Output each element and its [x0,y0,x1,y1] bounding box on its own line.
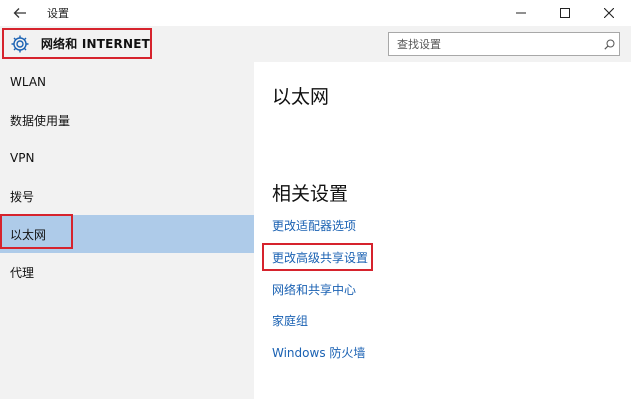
sidebar-item-ethernet[interactable]: 以太网 [0,215,254,253]
window-controls [499,0,631,26]
sidebar-item-label: 拨号 [10,189,35,204]
related-settings-title: 相关设置 [272,183,349,205]
search-icon[interactable] [599,34,619,54]
close-button[interactable] [587,0,631,26]
maximize-button[interactable] [543,0,587,26]
window-title: 设置 [47,7,69,20]
sidebar-item-wlan[interactable]: WLAN [0,63,254,101]
sidebar-item-dialup[interactable]: 拨号 [0,177,254,215]
maximize-icon [560,8,570,18]
sidebar-item-label: WLAN [10,75,47,89]
back-button[interactable] [7,0,33,26]
minimize-icon [516,12,526,14]
search-input[interactable] [389,33,599,55]
sidebar-item-label: VPN [10,151,35,165]
sidebar-item-label: 以太网 [10,227,47,242]
section-header: 网络和 INTERNET [2,28,152,59]
link-network-sharing-center[interactable]: 网络和共享中心 [272,281,356,298]
sidebar-item-label: 数据使用量 [10,113,71,128]
settings-window: 设置 网络和 INTERNET 查找设置 WLAN 数据使用量 VPN 拨号 以… [0,0,631,399]
section-title: 网络和 INTERNET [40,37,150,51]
title-bar: 设置 [0,0,631,26]
sidebar-item-vpn[interactable]: VPN [0,139,254,177]
back-arrow-icon [13,8,26,18]
link-homegroup[interactable]: 家庭组 [272,312,308,329]
close-icon [604,8,614,18]
gear-icon [10,33,31,55]
sidebar-item-label: 代理 [10,265,35,280]
main-content: 以太网 相关设置 更改适配器选项 更改高级共享设置 网络和共享中心 家庭组 Wi… [254,62,631,399]
minimize-button[interactable] [499,0,543,26]
page-title: 以太网 [272,86,330,108]
sidebar-item-proxy[interactable]: 代理 [0,253,254,291]
link-windows-firewall[interactable]: Windows 防火墙 [272,344,365,361]
search-box[interactable] [388,32,620,56]
link-change-adapter-options[interactable]: 更改适配器选项 [272,217,356,234]
sidebar: WLAN 数据使用量 VPN 拨号 以太网 代理 [0,62,254,399]
sidebar-item-data-usage[interactable]: 数据使用量 [0,101,254,139]
link-advanced-sharing-settings[interactable]: 更改高级共享设置 [272,249,368,266]
